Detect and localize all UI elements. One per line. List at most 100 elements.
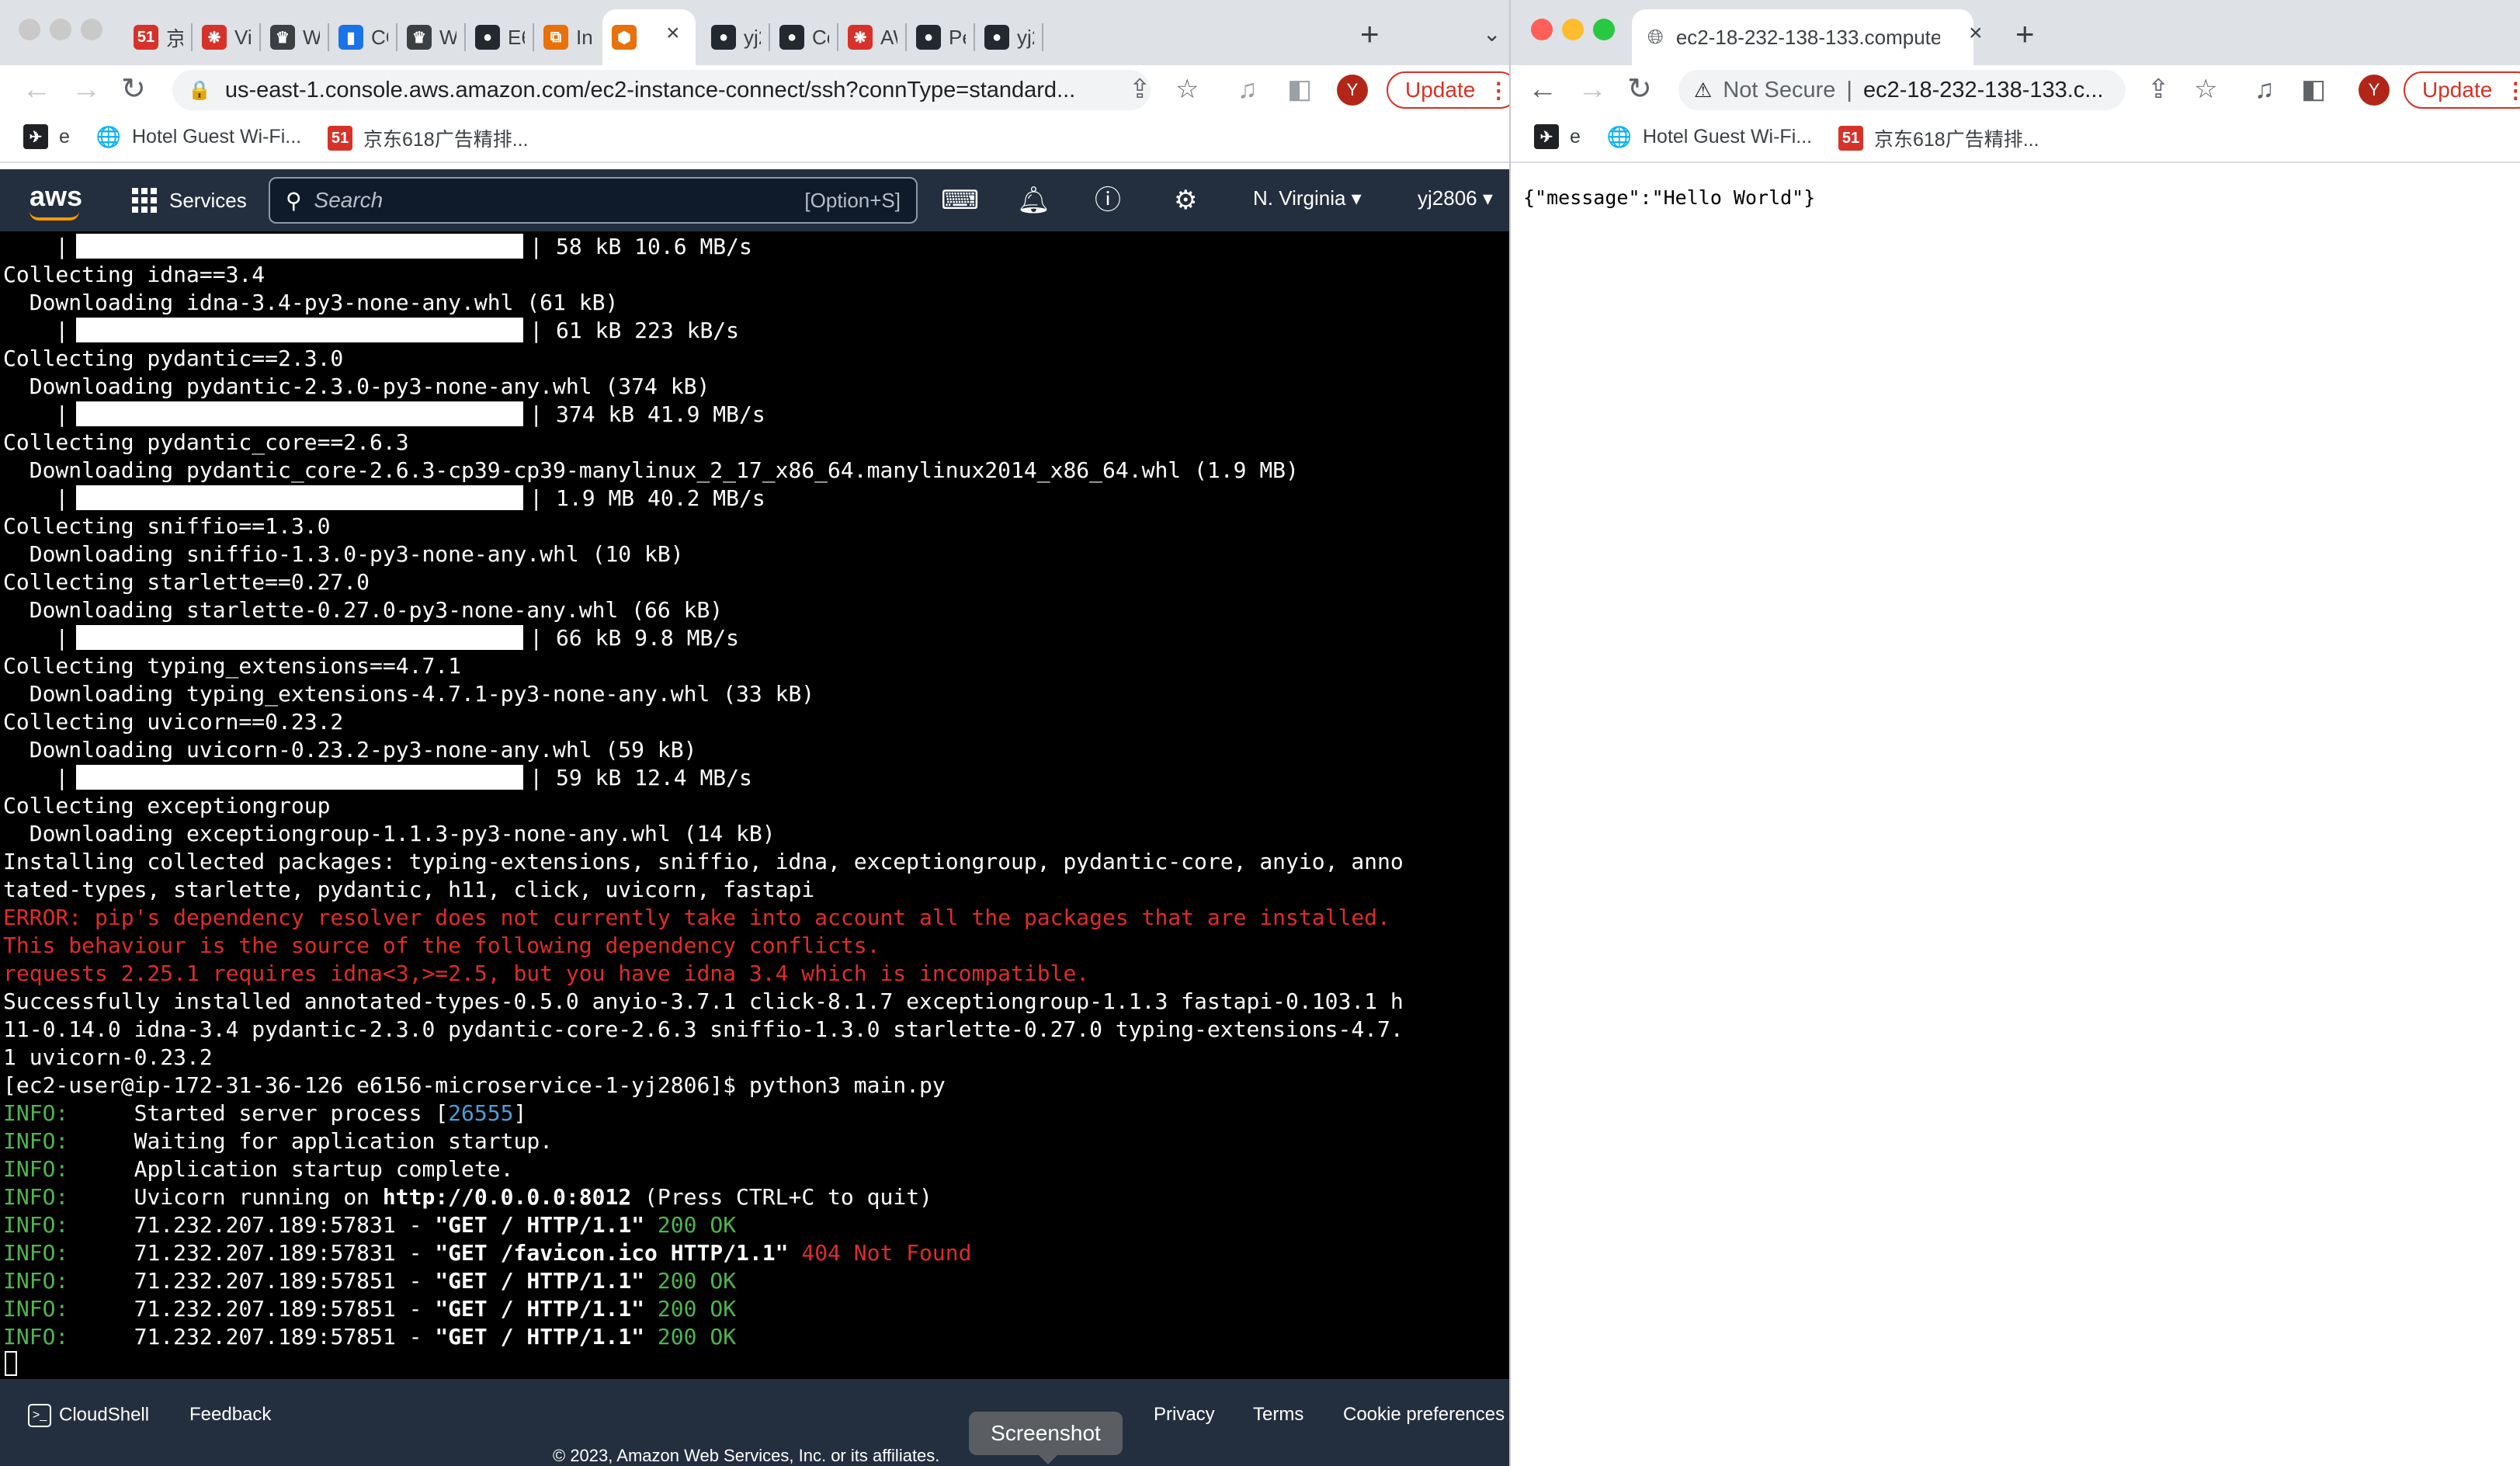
log-level: INFO:	[3, 1100, 69, 1126]
log-level: INFO:	[3, 1296, 69, 1322]
profile-avatar[interactable]: Y	[1337, 75, 1368, 106]
tab-item[interactable]: ⧉ Inst	[534, 9, 602, 65]
aws-console-footer: >_ CloudShell Feedback Privacy Terms Cook…	[0, 1379, 1509, 1466]
terminal-line: This behaviour is the source of the foll…	[3, 932, 880, 960]
forward-arrow-icon[interactable]: →	[71, 73, 101, 106]
minimize-window-button[interactable]	[1562, 19, 1584, 40]
aws-search-input[interactable]: ⚲ Search [Option+S]	[269, 177, 918, 224]
new-tab-button[interactable]: +	[1360, 16, 1380, 53]
http-status: 200 OK	[644, 1324, 737, 1350]
tab-item[interactable]: ❋ AW	[838, 9, 907, 65]
address-bar[interactable]: ⚠ Not Secure | ec2-18-232-138-133.c...	[1678, 70, 2126, 110]
tab-item[interactable]: ❋ Vid	[193, 9, 261, 65]
side-panel-icon[interactable]: ◧	[1287, 75, 1312, 104]
reload-icon[interactable]: ↻	[121, 73, 146, 106]
http-status: 200 OK	[644, 1212, 737, 1238]
bookmark-item[interactable]: ✈ e	[23, 124, 70, 149]
media-queue-icon[interactable]: ♫	[1237, 75, 1258, 104]
terminal-line: 1 uvicorn-0.23.2	[3, 1044, 213, 1072]
log-indent	[68, 1184, 134, 1210]
tab-ec2-host[interactable]: 🌐︎ ec2-18-232-138-133.compute	[1632, 9, 1973, 65]
bookmark-item[interactable]: ✈ e	[1534, 124, 1581, 149]
terminal-text: Downloading exceptiongroup-1.1.3-py3-non…	[3, 821, 776, 846]
cloudshell-button[interactable]: >_ CloudShell	[28, 1404, 149, 1427]
media-queue-icon[interactable]: ♫	[2254, 75, 2275, 104]
close-tab-icon[interactable]: ×	[1969, 20, 1983, 47]
share-icon[interactable]: ⇪	[1129, 75, 1151, 104]
tab-item[interactable]: ♛ We	[261, 9, 329, 65]
log-message-end: ]	[513, 1100, 527, 1126]
tab-item[interactable]: ● Cor	[770, 9, 838, 65]
tab-item[interactable]: ● E61	[466, 9, 534, 65]
terminal-text: Installing collected packages: typing-ex…	[3, 849, 1404, 874]
bookmark-item[interactable]: 🌐 Hotel Guest Wi-Fi...	[1607, 124, 1812, 149]
settings-gear-icon[interactable]: ⚙	[1174, 185, 1197, 216]
progress-bar-border: |	[529, 234, 557, 259]
terminal-line: INFO: 71.232.207.189:57851 - "GET / HTTP…	[3, 1267, 736, 1295]
terminal-line: 11-0.14.0 idna-3.4 pydantic-2.3.0 pydant…	[3, 1016, 1404, 1044]
help-icon[interactable]: ⓘ	[1095, 185, 1121, 216]
desktop: 51 京东 ❋ Vid ♛ We ▮ CO ♛ We ● E61 ⧉ Inst ⬢ × ● yj2 ● Cor ❋ AW ●…	[0, 0, 2520, 1466]
cloudshell-terminal-icon[interactable]: ⌨	[941, 185, 979, 216]
update-button[interactable]: Update ⋮	[1387, 71, 1509, 109]
privacy-link[interactable]: Privacy	[1154, 1404, 1215, 1426]
terminal-text: Collecting starlette==0.27.0	[3, 569, 370, 595]
log-request: "GET / HTTP/1.1"	[435, 1296, 645, 1322]
zoom-window-button[interactable]	[81, 19, 102, 40]
bookmark-label: 京东618广告精排...	[363, 129, 529, 151]
zoom-window-button[interactable]	[1593, 19, 1615, 40]
address-bar[interactable]: 🔒 us-east-1.console.aws.amazon.com/ec2-i…	[172, 70, 1151, 110]
back-arrow-icon[interactable]: ←	[1528, 73, 1557, 106]
feedback-link[interactable]: Feedback	[189, 1404, 271, 1426]
side-panel-icon[interactable]: ◧	[2301, 75, 2326, 104]
terminal-line: Downloading idna-3.4-py3-none-any.whl (6…	[3, 289, 619, 317]
tab-active[interactable]: ⬢	[602, 9, 696, 65]
aws-logo[interactable]: aws	[30, 180, 82, 213]
tab-title: We	[303, 25, 320, 49]
tab-item[interactable]: 51 京东	[124, 9, 193, 65]
tab-title: ec2-18-232-138-133.compute	[1675, 25, 1940, 49]
notifications-bell-icon[interactable]: 🔔︎	[1017, 185, 1050, 216]
bookmark-star-icon[interactable]: ☆	[2194, 75, 2217, 104]
tab-search-chevron-icon[interactable]: ⌄	[1483, 16, 1501, 53]
tab-item[interactable]: ♛ We	[397, 9, 466, 65]
forward-arrow-icon[interactable]: →	[1578, 73, 1607, 106]
close-window-button[interactable]	[19, 19, 40, 40]
terminal-text: Collecting typing_extensions==4.7.1	[3, 653, 462, 679]
log-message: 71.232.207.189:57851 -	[134, 1296, 436, 1322]
log-indent	[68, 1240, 134, 1266]
bookmark-item[interactable]: 51 京东618广告精排...	[328, 124, 529, 152]
terminal-line: | | 1.9 MB 40.2 MB/s	[3, 485, 765, 512]
cookie-preferences-link[interactable]: Cookie preferences	[1343, 1404, 1505, 1426]
bookmark-label: Hotel Guest Wi-Fi...	[132, 125, 302, 148]
services-menu-button[interactable]: Services	[132, 188, 247, 213]
terminal-text: Downloading pydantic-2.3.0-py3-none-any.…	[3, 373, 710, 399]
bookmark-item[interactable]: 🌐 Hotel Guest Wi-Fi...	[96, 124, 301, 149]
tab-item[interactable]: ● yj2	[975, 9, 1043, 65]
account-menu[interactable]: yj2806 ▾	[1418, 186, 1493, 210]
new-tab-button[interactable]: +	[2015, 16, 2035, 53]
bookmark-star-icon[interactable]: ☆	[1175, 75, 1199, 104]
close-tab-icon[interactable]: ×	[666, 20, 680, 47]
minimize-window-button[interactable]	[50, 19, 71, 40]
tab-item[interactable]: ● yj2	[702, 9, 770, 65]
reload-icon[interactable]: ↻	[1627, 73, 1652, 106]
terms-link[interactable]: Terms	[1253, 1404, 1303, 1426]
tab-favicon-icon: ⧉	[543, 25, 568, 50]
profile-avatar[interactable]: Y	[2359, 75, 2390, 106]
browser-toolbar: ← → ↻ 🔒 us-east-1.console.aws.amazon.com…	[0, 65, 1509, 113]
terminal-text: Downloading typing_extensions-4.7.1-py3-…	[3, 681, 815, 707]
terminal-line: INFO: 71.232.207.189:57851 - "GET / HTTP…	[3, 1295, 736, 1323]
ssh-terminal[interactable]: | | 58 kB 10.6 MB/s Collecting idna==3.4 D…	[0, 231, 1509, 1379]
tab-item[interactable]: ▮ CO	[329, 9, 397, 65]
tab-favicon-icon: ❋	[848, 25, 873, 50]
tab-favicon-icon: ❋	[202, 25, 227, 50]
region-selector[interactable]: N. Virginia ▾	[1253, 186, 1362, 210]
globe-icon: 🌐︎	[1647, 25, 1664, 48]
back-arrow-icon[interactable]: ←	[22, 73, 51, 106]
update-button[interactable]: Update ⋮	[2404, 71, 2520, 109]
tab-item[interactable]: ● Per	[907, 9, 975, 65]
share-icon[interactable]: ⇪	[2147, 75, 2170, 104]
close-window-button[interactable]	[1531, 19, 1553, 40]
bookmark-item[interactable]: 51 京东618广告精排...	[1838, 124, 2039, 152]
